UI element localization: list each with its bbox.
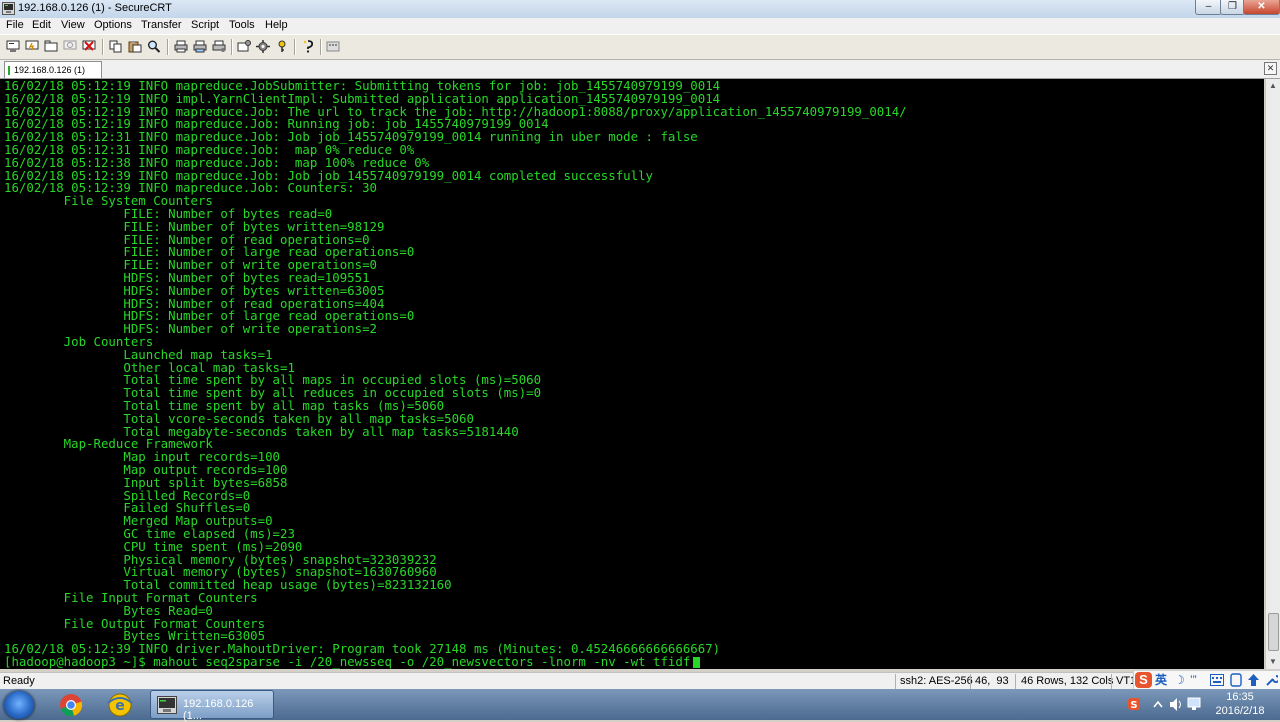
- window-title: 192.168.0.126 (1) - SecureCRT: [18, 2, 172, 14]
- skin-icon[interactable]: [1230, 673, 1242, 687]
- start-button[interactable]: [4, 691, 34, 719]
- securecrt-task-icon: [157, 696, 177, 714]
- tab-label: 192.168.0.126 (1): [14, 65, 86, 75]
- securecrt-app-icon: [2, 2, 15, 15]
- tab-session[interactable]: 192.168.0.126 (1): [4, 61, 102, 78]
- session-options-icon[interactable]: [237, 40, 251, 53]
- status-separator: [895, 674, 896, 689]
- print-selection-icon[interactable]: [193, 40, 207, 53]
- menu-help[interactable]: Help: [263, 19, 290, 31]
- print-setup-icon[interactable]: [212, 40, 226, 53]
- keymap-icon[interactable]: [326, 40, 340, 53]
- quick-connect-icon[interactable]: [25, 40, 39, 53]
- menu-options[interactable]: Options: [92, 19, 134, 31]
- menu-file[interactable]: File: [4, 19, 26, 31]
- windows-taskbar: e 192.168.0.126 (1... S 16:35 2016/2/18: [0, 689, 1280, 722]
- window-titlebar[interactable]: 192.168.0.126 (1) - SecureCRT – ❐ ✕: [0, 0, 1280, 19]
- terminal-output[interactable]: 16/02/18 05:12:19 INFO mapreduce.JobSubm…: [0, 79, 1264, 669]
- toolbar-separator: [320, 39, 321, 55]
- key-icon[interactable]: [275, 40, 289, 53]
- chrome-icon[interactable]: [52, 691, 90, 719]
- taskbar-securecrt-button[interactable]: 192.168.0.126 (1...: [150, 690, 274, 722]
- status-bar: Ready ssh2: AES-256 46, 93 46 Rows, 132 …: [0, 672, 1280, 690]
- show-hidden-icons-icon[interactable]: [1150, 689, 1166, 720]
- toolbar-separator: [167, 39, 168, 55]
- terminal-line: [hadoop@hadoop3 ~]$ mahout seq2sparse -i…: [4, 654, 691, 669]
- copy-icon[interactable]: [109, 40, 123, 53]
- terminal-scrollbar[interactable]: ▲ ▼: [1265, 79, 1280, 669]
- help-icon[interactable]: [301, 40, 315, 53]
- status-separator: [1015, 674, 1016, 689]
- tray-app-icon[interactable]: S: [1124, 689, 1144, 720]
- connect-icon[interactable]: [6, 40, 20, 53]
- connect-in-tab-icon[interactable]: [44, 40, 58, 53]
- minimize-button[interactable]: –: [1195, 0, 1222, 15]
- toolbar-separator: [231, 39, 232, 55]
- status-cursor-position: 46, 93: [975, 675, 1009, 687]
- clock-time: 16:35: [1226, 691, 1254, 703]
- terminal-cursor: [693, 657, 701, 668]
- taskbar-task-label: 192.168.0.126 (1...: [183, 698, 254, 722]
- paste-icon[interactable]: [128, 40, 142, 53]
- ime-toolbar[interactable]: S 英 ☽ ’”: [1133, 670, 1280, 690]
- toolbar-separator: [102, 39, 103, 55]
- menu-transfer[interactable]: Transfer: [139, 19, 184, 31]
- reconnect-icon[interactable]: [63, 40, 77, 53]
- scrollbar-thumb[interactable]: [1268, 613, 1279, 651]
- soft-keyboard-icon[interactable]: [1210, 674, 1224, 686]
- clock-date: 2016/2/18: [1215, 705, 1265, 717]
- svg-text:S: S: [1130, 700, 1137, 711]
- upload-icon[interactable]: [1247, 673, 1260, 687]
- scroll-up-icon[interactable]: ▲: [1266, 79, 1280, 93]
- svg-text:e: e: [115, 698, 125, 714]
- close-button[interactable]: ✕: [1243, 0, 1280, 15]
- menu-script[interactable]: Script: [189, 19, 221, 31]
- menu-tools[interactable]: Tools: [227, 19, 257, 31]
- sogou-ime-icon[interactable]: S: [1135, 672, 1152, 688]
- print-icon[interactable]: [174, 40, 188, 53]
- ime-language[interactable]: 英: [1155, 672, 1167, 688]
- punctuation-icon[interactable]: ’”: [1190, 672, 1197, 688]
- taskbar-clock[interactable]: 16:35 2016/2/18: [1205, 690, 1275, 718]
- toolbar-separator: [294, 39, 295, 55]
- status-cipher: ssh2: AES-256: [900, 675, 973, 687]
- close-tab-icon[interactable]: ✕: [1264, 62, 1277, 75]
- menu-edit[interactable]: Edit: [30, 19, 53, 31]
- global-options-icon[interactable]: [256, 40, 270, 53]
- menu-bar: File Edit View Options Transfer Script T…: [0, 18, 1280, 34]
- maximize-button[interactable]: ❐: [1220, 0, 1245, 15]
- browser-app-icon[interactable]: e: [101, 691, 139, 719]
- menu-view[interactable]: View: [59, 19, 87, 31]
- status-ready: Ready: [3, 675, 35, 687]
- volume-icon[interactable]: [1168, 689, 1184, 720]
- session-tab-strip: 192.168.0.126 (1) ✕: [0, 60, 1280, 79]
- scroll-down-icon[interactable]: ▼: [1266, 655, 1280, 669]
- status-terminal-size: 46 Rows, 132 Cols: [1021, 675, 1114, 687]
- network-icon[interactable]: [1186, 689, 1204, 720]
- status-separator: [1111, 674, 1112, 689]
- ime-tools-icon[interactable]: [1265, 673, 1278, 687]
- find-icon[interactable]: [147, 40, 161, 53]
- toolbar: [0, 34, 1280, 60]
- connected-indicator-icon: [8, 66, 10, 75]
- half-width-icon[interactable]: ☽: [1174, 672, 1185, 688]
- status-separator: [970, 674, 971, 689]
- disconnect-icon[interactable]: [82, 40, 96, 53]
